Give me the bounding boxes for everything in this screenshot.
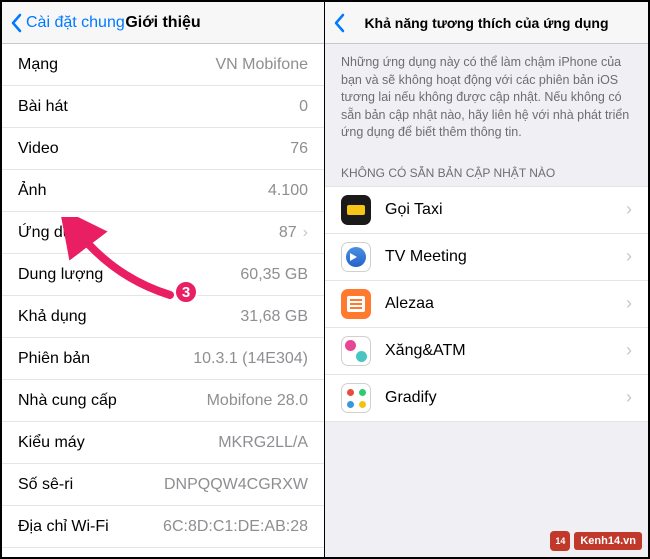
back-button-general[interactable]: Cài đặt chung bbox=[10, 13, 125, 33]
row-label: Dung lượng bbox=[18, 266, 103, 284]
app-row[interactable]: Alezaa› bbox=[325, 281, 648, 328]
about-row: Phiên bản 10.3.1 (14E304) bbox=[2, 338, 324, 380]
row-label: Ảnh bbox=[18, 182, 46, 200]
row-value: 31,68 GB bbox=[240, 308, 308, 326]
about-row: Dung lượng 60,35 GB bbox=[2, 254, 324, 296]
compat-pane: Khả năng tương thích của ứng dụng Những … bbox=[325, 2, 648, 557]
app-row[interactable]: Gọi Taxi› bbox=[325, 186, 648, 234]
row-value: 60,35 GB bbox=[240, 266, 308, 284]
watermark-badge: 14 bbox=[550, 531, 570, 551]
row-label: Nhà cung cấp bbox=[18, 392, 117, 410]
watermark: 14 Kenh14.vn bbox=[550, 531, 642, 551]
xang-icon bbox=[341, 336, 371, 366]
row-value: 10.3.1 (14E304) bbox=[193, 350, 308, 368]
app-list: Gọi Taxi›TV Meeting›Alezaa›Xăng&ATM›Grad… bbox=[325, 186, 648, 422]
screenshot-container: Cài đặt chung Giới thiệu Mạng VN Mobifone… bbox=[0, 0, 650, 559]
compat-header: Khả năng tương thích của ứng dụng bbox=[325, 2, 648, 44]
row-label: Kiểu máy bbox=[18, 434, 85, 452]
about-row: Nhà cung cấp Mobifone 28.0 bbox=[2, 380, 324, 422]
section-header: KHÔNG CÓ SẴN BẢN CẬP NHẬT NÀO bbox=[325, 152, 648, 186]
row-value: 0 bbox=[299, 98, 308, 116]
tv-icon bbox=[341, 242, 371, 272]
chevron-left-icon bbox=[333, 13, 345, 33]
row-value: 4.100 bbox=[268, 182, 308, 200]
gradify-icon bbox=[341, 383, 371, 413]
watermark-text: Kenh14.vn bbox=[574, 532, 642, 550]
chevron-right-icon: › bbox=[626, 293, 632, 314]
about-pane: Cài đặt chung Giới thiệu Mạng VN Mobifone… bbox=[2, 2, 325, 557]
about-header: Cài đặt chung Giới thiệu bbox=[2, 2, 324, 44]
row-value: 76 bbox=[290, 140, 308, 158]
app-name: Xăng&ATM bbox=[385, 342, 626, 360]
row-label: Phiên bản bbox=[18, 350, 90, 368]
row-label: Số sê-ri bbox=[18, 476, 73, 494]
back-button-compat[interactable] bbox=[333, 13, 349, 33]
chevron-right-icon: › bbox=[626, 340, 632, 361]
row-label: Khả dụng bbox=[18, 308, 87, 326]
chevron-right-icon: › bbox=[303, 224, 308, 242]
row-label: Bài hát bbox=[18, 98, 68, 116]
about-row: Bài hát 0 bbox=[2, 86, 324, 128]
about-row: Ảnh 4.100 bbox=[2, 170, 324, 212]
row-label: Video bbox=[18, 140, 59, 158]
app-name: Alezaa bbox=[385, 295, 626, 313]
app-name: Gradify bbox=[385, 389, 626, 407]
about-row: Video 76 bbox=[2, 128, 324, 170]
compat-description: Những ứng dụng này có thể làm chậm iPhon… bbox=[325, 44, 648, 152]
back-label: Cài đặt chung bbox=[26, 14, 125, 32]
row-label: Ứng dụng bbox=[18, 224, 90, 242]
chevron-left-icon bbox=[10, 13, 22, 33]
chevron-right-icon: › bbox=[626, 246, 632, 267]
taxi-icon bbox=[341, 195, 371, 225]
app-row[interactable]: TV Meeting› bbox=[325, 234, 648, 281]
row-value: VN Mobifone bbox=[216, 56, 309, 74]
about-row[interactable]: Ứng dụng 87› bbox=[2, 212, 324, 254]
about-row: Kiểu máy MKRG2LL/A bbox=[2, 422, 324, 464]
about-list: Mạng VN Mobifone Bài hát 0 Video 76 Ảnh 4.100 Ứn… bbox=[2, 44, 324, 548]
row-label: Địa chỉ Wi-Fi bbox=[18, 518, 109, 536]
chevron-right-icon: › bbox=[626, 387, 632, 408]
app-name: TV Meeting bbox=[385, 248, 626, 266]
page-title: Khả năng tương thích của ứng dụng bbox=[325, 15, 648, 31]
row-value: MKRG2LL/A bbox=[218, 434, 308, 452]
app-row[interactable]: Xăng&ATM› bbox=[325, 328, 648, 375]
row-label: Mạng bbox=[18, 56, 58, 74]
app-row[interactable]: Gradify› bbox=[325, 375, 648, 422]
chevron-right-icon: › bbox=[626, 199, 632, 220]
app-name: Gọi Taxi bbox=[385, 201, 626, 219]
about-row: Khả dụng 31,68 GB bbox=[2, 296, 324, 338]
row-value: Mobifone 28.0 bbox=[207, 392, 308, 410]
about-row: Địa chỉ Wi-Fi 6C:8D:C1:DE:AB:28 bbox=[2, 506, 324, 548]
row-value: 87› bbox=[279, 224, 308, 242]
about-row: Số sê-ri DNPQQW4CGRXW bbox=[2, 464, 324, 506]
alezaa-icon bbox=[341, 289, 371, 319]
row-value: 6C:8D:C1:DE:AB:28 bbox=[163, 518, 308, 536]
row-value: DNPQQW4CGRXW bbox=[164, 476, 308, 494]
about-row: Mạng VN Mobifone bbox=[2, 44, 324, 86]
